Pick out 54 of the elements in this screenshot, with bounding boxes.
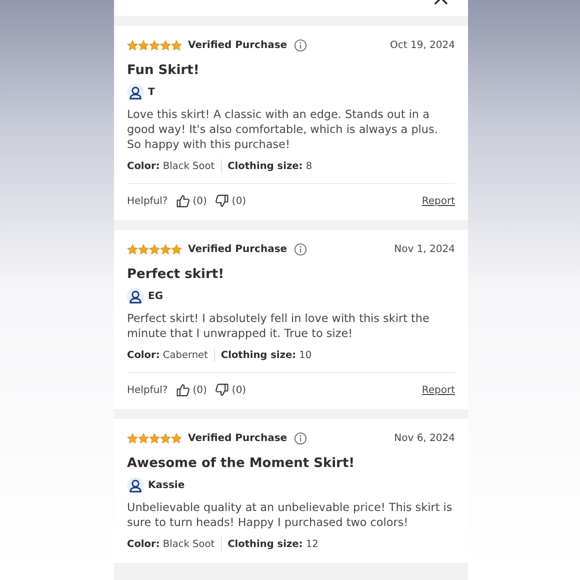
reviewer-name: T	[148, 87, 155, 98]
user-icon	[127, 84, 144, 101]
star-icon	[171, 433, 182, 444]
report-link[interactable]: Report	[422, 196, 455, 206]
thumbs-up-icon	[176, 383, 190, 397]
star-icon	[127, 433, 138, 444]
thumbs-down-button[interactable]: (0)	[214, 383, 246, 397]
star-icon	[171, 244, 182, 255]
review-title: Fun Skirt!	[127, 63, 200, 78]
star-icon	[149, 244, 160, 255]
user-icon	[127, 477, 144, 494]
review-text: Unbelievable quality at an unbelievable price! This skirt is sure to turn heads! Happy I purchased two colors!	[127, 500, 454, 530]
star-icon	[127, 244, 138, 255]
star-icon	[138, 40, 149, 51]
verified-purchase-label: Verified Purchase	[188, 40, 288, 51]
reviewer-name: Kassie	[148, 480, 185, 491]
review-title: Perfect skirt!	[127, 267, 226, 282]
star-icon	[127, 40, 138, 51]
verified-purchase-label: Verified Purchase	[188, 433, 288, 444]
review-date: Nov 1, 2024	[394, 244, 455, 255]
star-icon	[160, 40, 171, 51]
review-text: Perfect skirt! I absolutely fell in love with this skirt the minute that I unwrapped it. True to size!	[127, 311, 430, 341]
star-icon	[149, 40, 160, 51]
attribute-text: Color: Cabernet	[127, 350, 208, 360]
thumbs-down-icon	[214, 194, 229, 208]
star-icon	[138, 433, 149, 444]
thumbs-down-button[interactable]: (0)	[214, 194, 246, 208]
attribute-text: Color: Black Soot	[127, 160, 215, 172]
star-icon	[149, 433, 160, 444]
star-icon	[160, 433, 171, 444]
thumbs-up-button[interactable]: (0)	[176, 194, 207, 208]
star-icon	[160, 244, 171, 255]
review-title: Awesome of the Moment Skirt!	[127, 456, 356, 471]
star-icon	[138, 244, 149, 255]
info-icon[interactable]	[294, 432, 308, 445]
review-text: Love this skirt! A classic with an edge. Stands out in a good way! It's also comfortable, which is always a plus. So happy with this purchase!	[127, 107, 439, 152]
user-icon	[127, 288, 144, 305]
reviewer-name: EG	[148, 291, 164, 302]
review-date: Nov 6, 2024	[394, 433, 455, 444]
review-date: Oct 19, 2024	[390, 40, 455, 51]
attribute-text: Clothing size: 10	[220, 350, 312, 360]
info-icon[interactable]	[294, 243, 308, 256]
thumbs-up-icon	[176, 194, 190, 208]
thumbs-up-button[interactable]: (0)	[176, 383, 207, 397]
report-link[interactable]: Report	[422, 384, 455, 396]
attribute-text: Clothing size: 12	[228, 538, 318, 550]
attribute-text: Clothing size: 8	[228, 160, 312, 172]
verified-purchase-label: Verified Purchase	[188, 244, 288, 255]
attribute-text: Color: Black Soot	[127, 538, 215, 550]
info-icon[interactable]	[294, 39, 308, 52]
helpful-label: Helpful?	[127, 196, 168, 206]
star-icon	[171, 40, 182, 51]
helpful-label: Helpful?	[127, 384, 168, 396]
thumbs-down-icon	[214, 383, 229, 397]
